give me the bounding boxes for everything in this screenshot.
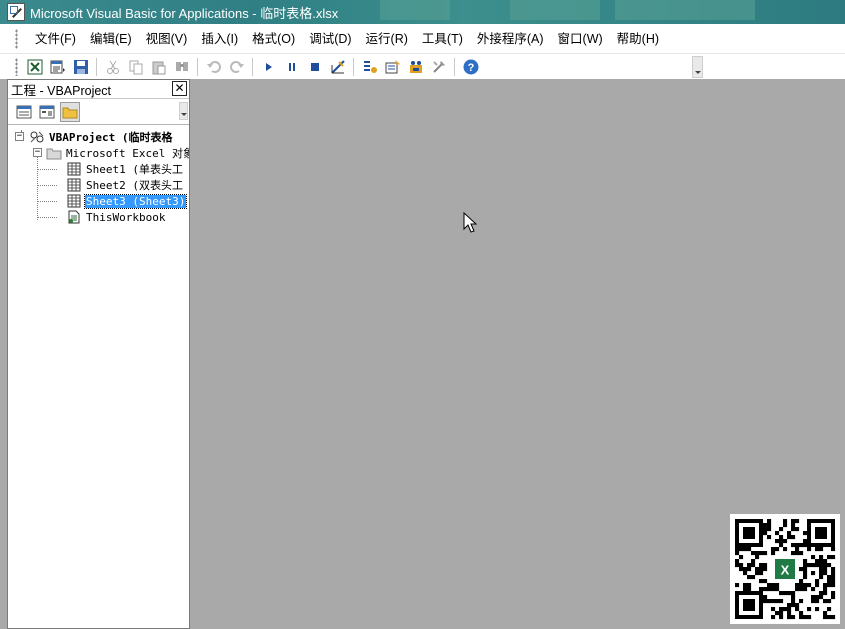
worksheet-icon <box>66 194 82 208</box>
tree-node-label: ThisWorkbook <box>86 210 166 224</box>
qr-code: X <box>730 514 840 624</box>
save-icon[interactable] <box>71 57 91 77</box>
menu-bar: 文件(F) 编辑(E) 视图(V) 插入(I) 格式(O) 调试(D) 运行(R… <box>0 24 845 54</box>
toolbox-icon[interactable] <box>429 57 449 77</box>
insert-module-icon[interactable] <box>48 57 68 77</box>
copy-icon[interactable] <box>126 57 146 77</box>
menu-edit[interactable]: 编辑(E) <box>83 28 139 50</box>
tree-line <box>37 185 57 186</box>
properties-window-icon[interactable] <box>383 57 403 77</box>
toolbar-separator <box>353 57 354 76</box>
menu-tools[interactable]: 工具(T) <box>415 28 470 50</box>
worksheet-icon <box>66 178 82 192</box>
reset-icon[interactable] <box>305 57 325 77</box>
vba-app-icon[interactable] <box>7 3 25 21</box>
close-icon[interactable]: ✕ <box>172 81 187 96</box>
title-bar-blur <box>510 0 600 20</box>
view-code-icon[interactable] <box>14 102 34 122</box>
project-pane-header: 工程 - VBAProject ✕ <box>8 80 189 99</box>
worksheet-icon <box>66 162 82 176</box>
tree-node-sheet3[interactable]: Sheet3 (Sheet3) <box>66 193 189 209</box>
project-pane-toolbar <box>8 99 189 125</box>
object-browser-icon[interactable] <box>406 57 426 77</box>
tree-node-sheet1[interactable]: Sheet1 (单表头工 <box>66 161 189 177</box>
menu-view[interactable]: 视图(V) <box>139 28 195 50</box>
workbook-icon <box>66 210 82 224</box>
tree-node-label: Microsoft Excel 对象 <box>66 147 189 160</box>
paste-icon[interactable] <box>149 57 169 77</box>
design-mode-icon[interactable] <box>328 57 348 77</box>
qr-code-image: X <box>735 519 836 620</box>
menu-window[interactable]: 窗口(W) <box>551 28 610 50</box>
undo-icon[interactable] <box>204 57 224 77</box>
help-icon[interactable]: ? <box>461 57 481 77</box>
cut-icon[interactable] <box>103 57 123 77</box>
toggle-folders-icon[interactable] <box>60 101 80 122</box>
toolbar-options-button[interactable] <box>692 56 703 78</box>
menu-debug[interactable]: 调试(D) <box>302 28 358 50</box>
vbaproject-icon <box>29 130 45 144</box>
find-icon[interactable] <box>172 57 192 77</box>
menu-run[interactable]: 运行(R) <box>359 28 415 50</box>
tree-node-label: VBAProject (临时表格 <box>49 131 173 144</box>
tree-expander-folder[interactable]: − <box>33 148 42 157</box>
tree-node-vbaproject[interactable]: VBAProject (临时表格 <box>29 129 189 145</box>
window-title: Microsoft Visual Basic for Applications … <box>30 5 339 21</box>
title-bar: Microsoft Visual Basic for Applications … <box>0 0 845 24</box>
toolbar-separator <box>252 57 253 76</box>
tree-line <box>37 154 38 220</box>
view-excel-icon[interactable] <box>25 57 45 77</box>
menu-addins[interactable]: 外接程序(A) <box>470 28 551 50</box>
menu-help[interactable]: 帮助(H) <box>610 28 666 50</box>
title-bar-blur <box>380 0 450 20</box>
standard-toolbar: ? <box>0 54 845 79</box>
toolbar-separator <box>96 57 97 76</box>
svg-text:?: ? <box>467 62 474 74</box>
tree-node-label: Sheet2 (双表头工 <box>86 179 183 192</box>
tree-expander-root[interactable]: − <box>15 132 24 141</box>
tree-node-label: Sheet3 (Sheet3) <box>83 193 188 209</box>
tree-node-excel-objects[interactable]: Microsoft Excel 对象 <box>46 145 189 161</box>
pane-options-button[interactable] <box>179 102 188 120</box>
svg-text:X: X <box>781 563 790 578</box>
tree-line <box>37 169 57 170</box>
view-object-icon[interactable] <box>37 102 57 122</box>
tree-node-thisworkbook[interactable]: ThisWorkbook <box>66 209 189 225</box>
tree-line <box>37 217 57 218</box>
toolbar-separator <box>197 57 198 76</box>
menu-format[interactable]: 格式(O) <box>245 28 302 50</box>
project-explorer-pane: 工程 - VBAProject ✕ − VBAProject (临时表格 − M… <box>7 79 190 629</box>
menu-file[interactable]: 文件(F) <box>28 28 83 50</box>
project-pane-title: 工程 - VBAProject <box>11 83 112 98</box>
menu-bar-grip[interactable] <box>15 28 18 49</box>
tree-node-label: Sheet1 (单表头工 <box>86 163 183 176</box>
run-icon[interactable] <box>259 57 279 77</box>
title-bar-blur <box>615 0 755 20</box>
tree-line <box>37 201 57 202</box>
project-explorer-icon[interactable] <box>360 57 380 77</box>
folder-icon <box>46 146 62 160</box>
toolbar-separator <box>454 57 455 76</box>
break-icon[interactable] <box>282 57 302 77</box>
mouse-cursor-icon <box>463 212 477 233</box>
tree-node-sheet2[interactable]: Sheet2 (双表头工 <box>66 177 189 193</box>
toolbar-grip[interactable] <box>15 57 18 76</box>
menu-insert[interactable]: 插入(I) <box>194 28 245 50</box>
redo-icon[interactable] <box>227 57 247 77</box>
